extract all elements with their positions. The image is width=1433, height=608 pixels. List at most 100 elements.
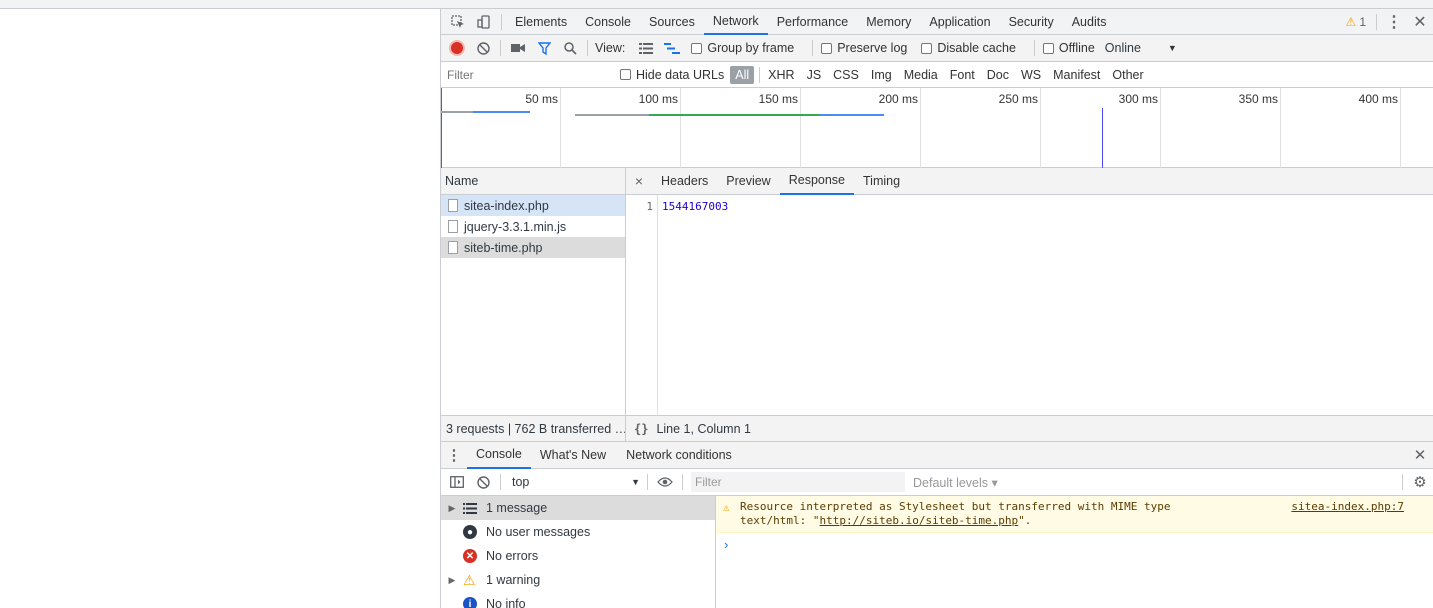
tab-security[interactable]: Security [1000, 9, 1063, 35]
timeline-gridline [920, 88, 921, 168]
search-icon[interactable] [557, 35, 583, 61]
tab-elements[interactable]: Elements [506, 9, 576, 35]
more-menu-icon[interactable]: ⋮ [1381, 9, 1407, 35]
type-filter-other[interactable]: Other [1107, 66, 1148, 84]
waterfall-overview-icon[interactable] [659, 35, 685, 61]
drawer-tab-network-conditions[interactable]: Network conditions [617, 442, 741, 469]
type-filter-manifest[interactable]: Manifest [1048, 66, 1105, 84]
type-filter-font[interactable]: Font [945, 66, 980, 84]
page-viewport [0, 9, 440, 608]
expand-triangle-icon[interactable]: ▶ [441, 503, 463, 514]
warning-icon: ⚠ [1345, 14, 1357, 29]
checkbox-box [620, 69, 631, 80]
chevron-down-icon: ▼ [631, 477, 640, 487]
group-by-frame-label: Group by frame [707, 41, 795, 55]
large-rows-icon[interactable] [633, 35, 659, 61]
sidebar-item-errors[interactable]: ✕ No errors [441, 544, 715, 568]
tab-preview[interactable]: Preview [717, 168, 779, 195]
type-filter-xhr[interactable]: XHR [763, 66, 799, 84]
separator [500, 40, 501, 56]
hide-data-urls-checkbox[interactable]: Hide data URLs [620, 68, 724, 82]
console-prompt[interactable]: › [716, 533, 1433, 552]
filter-input[interactable] [444, 65, 608, 84]
document-icon [448, 241, 458, 254]
tab-performance[interactable]: Performance [768, 9, 858, 35]
warning-resource-link[interactable]: http://siteb.io/siteb-time.php [819, 514, 1018, 527]
console-filter-input[interactable]: Filter [691, 472, 905, 492]
preserve-log-checkbox[interactable]: Preserve log [821, 41, 907, 55]
network-overview-timeline[interactable]: 50 ms 100 ms 150 ms 200 ms 250 ms 300 ms… [441, 88, 1433, 168]
warning-source-link[interactable]: sitea-index.php:7 [1291, 500, 1404, 514]
request-list: Name sitea-index.php jquery-3.3.1.min.js… [441, 168, 626, 415]
warning-text-line2: text/html: "http://siteb.io/siteb-time.p… [740, 514, 1425, 528]
tab-audits[interactable]: Audits [1063, 9, 1116, 35]
tab-memory[interactable]: Memory [857, 9, 920, 35]
response-body: 1544167003 [662, 200, 729, 213]
expand-triangle-icon[interactable]: ▶ [441, 575, 463, 586]
network-status-bar: 3 requests | 762 B transferred … {} Line… [441, 415, 1433, 442]
type-filter-img[interactable]: Img [866, 66, 897, 84]
offline-checkbox[interactable]: Offline [1042, 41, 1095, 55]
devtools-tabbar: Elements Console Sources Network Perform… [441, 9, 1433, 35]
clear-console-icon[interactable] [470, 469, 496, 495]
sidebar-item-user-messages[interactable]: ● No user messages [441, 520, 715, 544]
log-levels-select[interactable]: Default levels ▾ [913, 475, 998, 490]
sidebar-item-label: 1 warning [486, 573, 541, 587]
close-devtools-icon[interactable]: ✕ [1407, 9, 1433, 35]
load-event-marker [1102, 108, 1103, 168]
console-sidebar: ▶ 1 message ● No user messages ✕ No erro… [441, 496, 716, 608]
timeline-gridline [1040, 88, 1041, 168]
sidebar-item-warnings[interactable]: ▶ ⚠ 1 warning [441, 568, 715, 592]
tab-sources[interactable]: Sources [640, 9, 704, 35]
drawer-tabbar: ⋮ Console What's New Network conditions … [441, 442, 1433, 469]
request-row[interactable]: siteb-time.php [441, 237, 625, 258]
group-by-frame-checkbox[interactable]: Group by frame [691, 41, 794, 55]
name-column-header[interactable]: Name [441, 168, 625, 195]
disable-cache-checkbox[interactable]: Disable cache [921, 41, 1016, 55]
console-settings-gear-icon[interactable]: ⚙ [1407, 469, 1433, 495]
sidebar-item-messages[interactable]: ▶ 1 message [441, 496, 715, 520]
tab-network[interactable]: Network [703, 9, 768, 35]
type-filter-ws[interactable]: WS [1016, 66, 1046, 84]
drawer-tab-whats-new[interactable]: What's New [531, 442, 615, 469]
network-toolbar: View: Group by frame Preserve log Disabl… [441, 35, 1433, 62]
record-icon[interactable] [444, 35, 470, 61]
sidebar-item-info[interactable]: i No info [441, 592, 715, 608]
devtools-panel: Elements Console Sources Network Perform… [440, 9, 1433, 608]
type-filter-doc[interactable]: Doc [982, 66, 1014, 84]
inspect-element-icon[interactable] [445, 9, 471, 35]
response-viewer[interactable]: 1 1544167003 [626, 195, 1433, 415]
request-row[interactable]: sitea-index.php [441, 195, 625, 216]
clear-icon[interactable] [470, 35, 496, 61]
pretty-print-icon[interactable]: {} [634, 422, 648, 436]
disable-cache-label: Disable cache [937, 41, 1016, 55]
checkbox-box [821, 42, 833, 54]
device-toolbar-icon[interactable] [471, 9, 497, 35]
type-filter-media[interactable]: Media [899, 66, 943, 84]
throttling-select[interactable]: Online ▼ [1105, 41, 1177, 55]
live-expression-eye-icon[interactable] [652, 469, 678, 495]
warning-counter[interactable]: ⚠ 1 [1346, 15, 1366, 29]
info-icon: i [463, 597, 477, 608]
type-filter-js[interactable]: JS [802, 66, 827, 84]
close-detail-icon[interactable]: × [626, 173, 652, 189]
tab-headers[interactable]: Headers [652, 168, 717, 195]
type-filter-css[interactable]: CSS [828, 66, 864, 84]
request-row[interactable]: jquery-3.3.1.min.js [441, 216, 625, 237]
tab-response[interactable]: Response [779, 168, 855, 195]
tab-console[interactable]: Console [576, 9, 640, 35]
error-icon: ✕ [463, 549, 477, 563]
user-icon: ● [463, 525, 477, 539]
context-select[interactable]: top ▼ [509, 472, 643, 492]
type-filter-all[interactable]: All [730, 65, 755, 84]
drawer-menu-icon[interactable]: ⋮ [441, 442, 467, 468]
show-sidebar-icon[interactable] [444, 469, 470, 495]
tab-application[interactable]: Application [920, 9, 999, 35]
filter-icon[interactable] [531, 35, 557, 61]
drawer-tab-console[interactable]: Console [467, 442, 531, 469]
tab-timing[interactable]: Timing [854, 168, 909, 195]
capture-screenshots-icon[interactable] [505, 35, 531, 61]
close-drawer-icon[interactable]: ✕ [1407, 442, 1433, 468]
request-name: sitea-index.php [464, 198, 549, 213]
separator [1033, 40, 1035, 56]
